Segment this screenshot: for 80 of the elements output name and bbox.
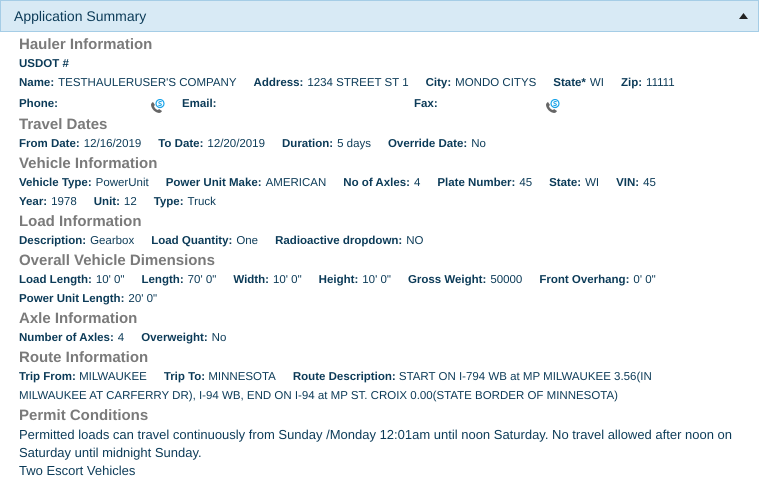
field-label: Power Unit Length: — [19, 292, 124, 307]
section-title: Route Information — [19, 348, 150, 368]
field-value: PowerUnit — [96, 176, 149, 191]
field-value: 45 — [519, 176, 532, 191]
field-label: Duration: — [282, 137, 334, 152]
field-label: From Date: — [19, 137, 80, 152]
field-label: Power Unit Make: — [166, 176, 262, 191]
field-label: Load Quantity: — [151, 234, 232, 249]
field-value: 1978 — [51, 195, 77, 210]
field-label: Vehicle Type: — [19, 176, 92, 191]
field-value: 12/16/2019 — [84, 137, 142, 152]
field-label: Address: — [254, 76, 304, 91]
field-label: City: — [426, 76, 452, 91]
field-label: Year: — [19, 195, 48, 210]
field-label: Height: — [318, 273, 358, 288]
field-label: Email: — [182, 96, 217, 112]
field-label: Overweight: — [141, 331, 208, 346]
field-label: Zip: — [620, 76, 642, 91]
section-title: Load Information — [19, 212, 142, 232]
field-value: AMERICAN — [266, 176, 326, 191]
section-title: Overall Vehicle Dimensions — [19, 251, 216, 271]
field-value: Gearbox — [90, 234, 134, 249]
condition-text: Permitted loads can travel continuously from Sunday /Monday 12:01am until noon Saturday. No travel allowed after noon on Saturday until midnight Sunday. — [19, 426, 734, 462]
field-label: Override Date: — [388, 137, 468, 152]
field-value: No — [471, 137, 486, 152]
field-value: 70' 0" — [188, 273, 216, 288]
field-label: Type: — [154, 195, 184, 210]
field-value: No — [212, 331, 226, 346]
section-title: Axle Information — [19, 309, 138, 329]
phone-icon[interactable] — [544, 99, 560, 115]
field-value: 1234 STREET ST 1 — [307, 76, 409, 91]
field-label: Front Overhang: — [539, 273, 630, 288]
field-value: 4 — [414, 176, 420, 191]
field-label: State: — [549, 176, 582, 191]
panel-header[interactable]: Application Summary — [0, 0, 759, 32]
route-info-text: Trip From: MILWAUKEE Trip To: MINNESOTA Route Description: START ON I-794 WB at MP MILWAUKEE 3.56(IN MILWAUKEE AT CARFERRY DR), I-94 WB, END ON I-94 at MP ST. CROIX 0.00(STATE BORDER OF MINNESOTA) — [19, 370, 653, 404]
field-label: Length: — [142, 273, 184, 288]
field-label: Radioactive dropdown: — [275, 234, 402, 249]
field-value: 12 — [124, 195, 137, 210]
field-value: Truck — [188, 195, 216, 210]
field-label: Width: — [233, 273, 269, 288]
field-label: To Date: — [158, 137, 204, 152]
field-value: NO — [406, 234, 424, 249]
field-value: 50000 — [490, 273, 522, 288]
field-label: Phone: — [19, 96, 59, 112]
field-value: TESTHAULERUSER'S COMPANY — [58, 76, 237, 91]
field-label: Gross Weight: — [408, 273, 486, 288]
field-label: Number of Axles: — [19, 331, 114, 346]
condition-text: Two Escort Vehicles — [19, 462, 136, 480]
field-value: 20' 0" — [128, 292, 158, 307]
section-title: Travel Dates — [19, 115, 108, 135]
field-value: WI — [585, 176, 600, 191]
field-value: 5 days — [337, 137, 371, 152]
field-value: 45 — [643, 176, 656, 191]
field-label: No of Axles: — [343, 176, 410, 191]
field-value: 11111 — [646, 76, 675, 91]
phone-icon[interactable] — [149, 99, 165, 115]
field-value: 0' 0" — [633, 273, 656, 288]
field-label: Fax: — [414, 96, 439, 112]
panel-title: Application Summary — [14, 8, 146, 24]
field-label: Unit: — [94, 195, 120, 210]
field-label: Name: — [19, 76, 54, 91]
field-label: State* — [553, 76, 586, 91]
section-title: Hauler Information — [19, 35, 154, 55]
field-label: Description: — [19, 234, 86, 249]
section-title: Permit Conditions — [19, 406, 150, 426]
field-value: One — [236, 234, 258, 249]
field-value: 10' 0" — [362, 273, 391, 288]
field-label: Load Length: — [19, 273, 92, 288]
field-label: VIN: — [616, 176, 640, 191]
field-value: 10' 0" — [96, 273, 124, 288]
field-value: WI — [590, 76, 604, 91]
field-value: MONDO CITYS — [455, 76, 536, 91]
field-value: 10' 0" — [273, 273, 302, 288]
collapse-icon[interactable] — [739, 13, 748, 19]
field-label: USDOT # — [19, 57, 69, 72]
field-value: 12/20/2019 — [207, 137, 265, 152]
field-label: Plate Number: — [437, 176, 516, 191]
field-value: 4 — [118, 331, 124, 346]
section-title: Vehicle Information — [19, 154, 158, 174]
